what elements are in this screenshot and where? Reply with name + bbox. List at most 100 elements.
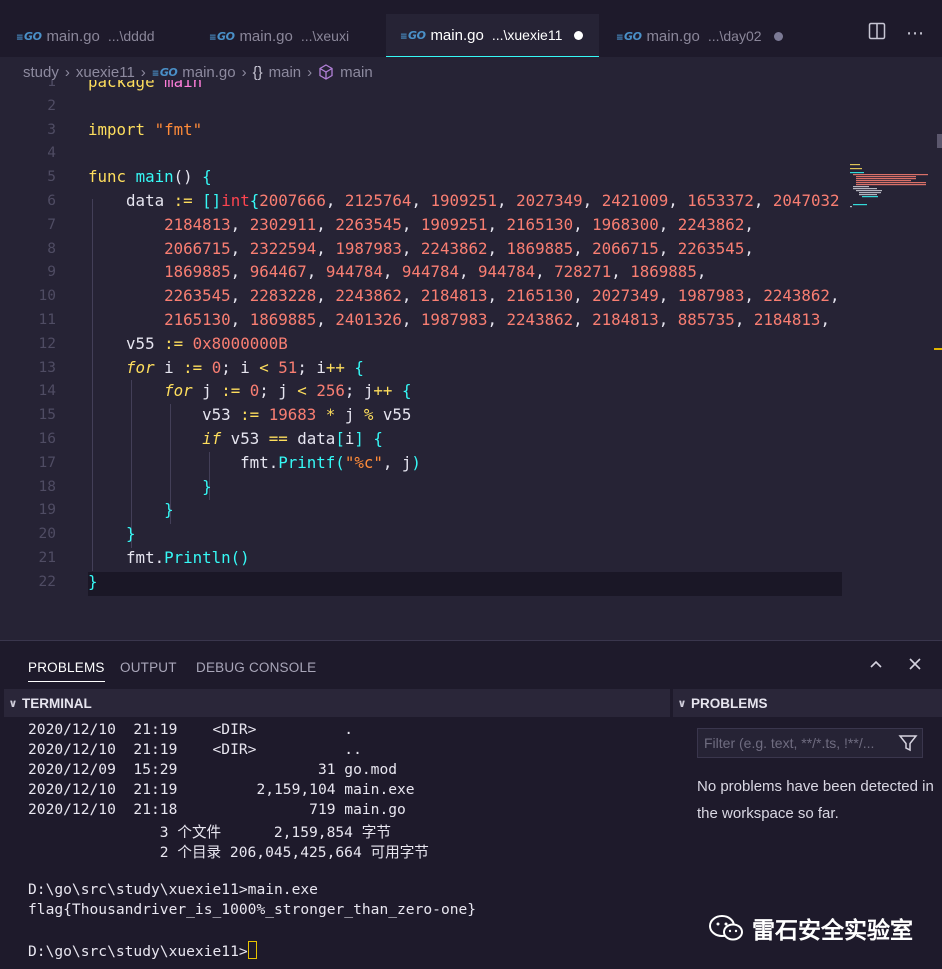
code-token: 2322594 xyxy=(249,238,317,258)
code-token: 2263545 xyxy=(335,214,402,234)
line-number: 13 xyxy=(38,359,56,376)
code-token: < xyxy=(259,357,269,377)
code-token: 256 xyxy=(316,381,345,401)
filter-funnel-icon[interactable] xyxy=(898,733,918,753)
terminal[interactable]: 2020/12/10 21:19 <DIR> . 2020/12/10 21:1… xyxy=(0,717,670,969)
tab-problems[interactable]: PROBLEMS xyxy=(28,660,105,682)
chevron-right-icon: › xyxy=(140,63,146,81)
code-token: int xyxy=(221,191,250,210)
code-editor[interactable]: 1 2 3 4 5 6 7 8 9 10 11 12 13 14 15 16 17 18 19 20 21 22 pack… xyxy=(0,80,942,640)
code-token: v53 xyxy=(88,405,241,425)
minimap[interactable] xyxy=(850,163,930,213)
code-token: , xyxy=(696,262,707,282)
code-line: } xyxy=(88,477,212,496)
code-token: 0 xyxy=(249,381,260,401)
code-token: , xyxy=(611,262,631,282)
maximize-panel-icon[interactable] xyxy=(866,656,886,676)
code-token: data xyxy=(287,429,336,448)
code-token: 1869885 xyxy=(630,262,697,282)
line-number: 20 xyxy=(38,526,56,543)
line-number: 7 xyxy=(47,216,56,233)
line-number: 17 xyxy=(38,454,56,471)
line-number: 3 xyxy=(47,121,56,138)
code-token: 2184813 xyxy=(753,310,821,329)
unsaved-dot-icon[interactable] xyxy=(574,30,584,40)
code-token: ( xyxy=(335,452,345,472)
tab-filename: main.go xyxy=(430,26,484,44)
namespace-icon: {} xyxy=(252,63,263,81)
code-token: % xyxy=(363,405,374,425)
breadcrumb-package[interactable]: main xyxy=(269,64,302,81)
code-token: fmt. xyxy=(88,548,165,567)
code-token: ] xyxy=(354,429,364,448)
editor-scrollbar[interactable] xyxy=(937,134,942,148)
editor-tab[interactable]: GO main.go ...\day02 xyxy=(616,14,816,57)
code-token: , xyxy=(744,286,764,306)
code-token: 2184813 xyxy=(592,310,659,329)
line-number: 21 xyxy=(38,550,56,566)
close-panel-icon[interactable] xyxy=(905,656,925,676)
code-token: 2125764 xyxy=(344,191,412,210)
more-actions-icon[interactable]: ⋯ xyxy=(904,22,926,44)
code-token: v55 xyxy=(88,333,165,353)
tab-path: ...\xuexie11 xyxy=(491,27,563,43)
code-token: 51 xyxy=(278,357,298,377)
code-token: 1987983 xyxy=(420,310,488,329)
code-token: := xyxy=(183,357,203,377)
tab-filename: main.go xyxy=(646,27,700,45)
editor-tab-active[interactable]: GO main.go ...\xuexie11 xyxy=(386,14,599,57)
split-editor-icon[interactable] xyxy=(866,22,888,44)
unsaved-dot-icon[interactable] xyxy=(773,31,783,41)
line-number: 15 xyxy=(38,407,56,424)
breadcrumb-folder[interactable]: xuexie11 xyxy=(76,64,135,81)
code-token: , xyxy=(230,238,250,258)
code-line: if v53 == data[i] { xyxy=(88,429,383,448)
code-token: , xyxy=(316,286,336,306)
code-token: 1653372 xyxy=(687,191,754,210)
breadcrumb-function[interactable]: main xyxy=(340,64,373,81)
code-token: , xyxy=(535,262,555,282)
code-token: { xyxy=(249,191,260,210)
problems-section-header[interactable]: ∨ PROBLEMS xyxy=(673,689,942,717)
code-token: , xyxy=(829,286,840,306)
code-token: , xyxy=(744,238,754,258)
bottom-panel: PROBLEMS OUTPUT DEBUG CONSOLE ∨ TERMINAL… xyxy=(0,640,942,969)
breadcrumb-file[interactable]: main.go xyxy=(182,64,235,81)
breadcrumb-folder[interactable]: study xyxy=(23,64,59,81)
code-token: "%c" xyxy=(344,452,383,472)
code-token: , xyxy=(459,262,479,282)
filter-placeholder: Filter (e.g. text, **/*.ts, !**/... xyxy=(704,735,875,751)
code-token: Printf xyxy=(278,452,336,472)
code-token: 2243862 xyxy=(420,238,488,258)
chevron-right-icon: › xyxy=(241,63,247,81)
tab-debug-console[interactable]: DEBUG CONSOLE xyxy=(196,660,316,675)
code-token: , xyxy=(401,310,421,329)
tab-output[interactable]: OUTPUT xyxy=(120,660,177,675)
code-token: 1987983 xyxy=(335,238,402,258)
terminal-prompt: D:\go\src\study\xuexie11> xyxy=(28,941,257,960)
code-line: for j := 0; j < 256; j++ { xyxy=(88,381,411,400)
code-token: } xyxy=(164,500,174,520)
function-cube-icon xyxy=(319,64,333,80)
line-number: 1 xyxy=(47,80,56,90)
code-token: main xyxy=(164,80,203,91)
code-token: , xyxy=(668,191,688,210)
problems-filter-input[interactable]: Filter (e.g. text, **/*.ts, !**/... xyxy=(697,728,923,758)
code-token: , xyxy=(306,262,326,282)
code-token: , xyxy=(401,286,421,306)
terminal-section-header[interactable]: ∨ TERMINAL xyxy=(4,689,670,717)
code-token: ) xyxy=(411,452,421,472)
editor-tab[interactable]: GO main.go ...\dddd xyxy=(16,14,191,57)
editor-tab[interactable]: GO main.go ...\xeuxi xyxy=(209,14,384,57)
code-line: v55 := 0x8000000B xyxy=(88,334,288,353)
go-file-icon: GO xyxy=(616,30,642,43)
code-token: 1987983 xyxy=(677,286,745,306)
current-line-highlight xyxy=(88,572,842,596)
